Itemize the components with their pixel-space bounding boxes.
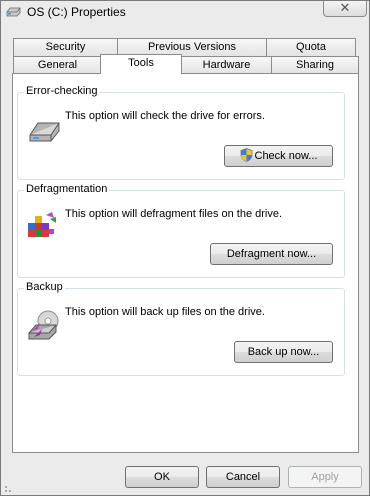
group-description: This option will check the drive for err… <box>65 110 265 122</box>
defragment-icon <box>28 212 56 237</box>
group-description: This option will defragment files on the… <box>65 208 283 220</box>
close-icon: ✕ <box>339 0 351 15</box>
properties-window: OS (C:) Properties ✕ Security Previous V… <box>0 0 370 496</box>
apply-button[interactable]: Apply <box>288 466 362 488</box>
error-checking-group: Error-checking This option will check th… <box>17 85 345 180</box>
tab-sharing[interactable]: Sharing <box>271 56 359 74</box>
title-bar[interactable]: OS (C:) Properties ✕ <box>1 0 369 23</box>
cancel-button[interactable]: Cancel <box>206 466 280 488</box>
group-title: Defragmentation <box>24 183 110 195</box>
tab-quota[interactable]: Quota <box>266 38 356 56</box>
backup-icon <box>28 310 59 340</box>
tab-hardware[interactable]: Hardware <box>181 56 272 74</box>
resize-grip-icon[interactable] <box>4 481 16 493</box>
check-now-button[interactable]: Check now... <box>224 145 333 167</box>
backup-group: Backup This option will back up files on… <box>17 281 345 376</box>
group-title: Error-checking <box>24 85 100 97</box>
group-description: This option will back up files on the dr… <box>65 306 265 318</box>
ok-button[interactable]: OK <box>125 466 199 488</box>
back-up-now-button[interactable]: Back up now... <box>234 341 333 363</box>
defragmentation-group: Defragmentation This option will defragm… <box>17 183 345 278</box>
window-title: OS (C:) Properties <box>27 5 126 19</box>
disk-check-icon <box>29 122 60 142</box>
close-button[interactable]: ✕ <box>323 0 367 17</box>
defragment-now-button[interactable]: Defragment now... <box>210 243 333 265</box>
tab-general[interactable]: General <box>13 56 102 74</box>
uac-shield-icon <box>240 148 252 162</box>
tab-tools[interactable]: Tools <box>100 54 182 74</box>
group-title: Backup <box>24 281 65 293</box>
drive-icon <box>6 7 21 17</box>
